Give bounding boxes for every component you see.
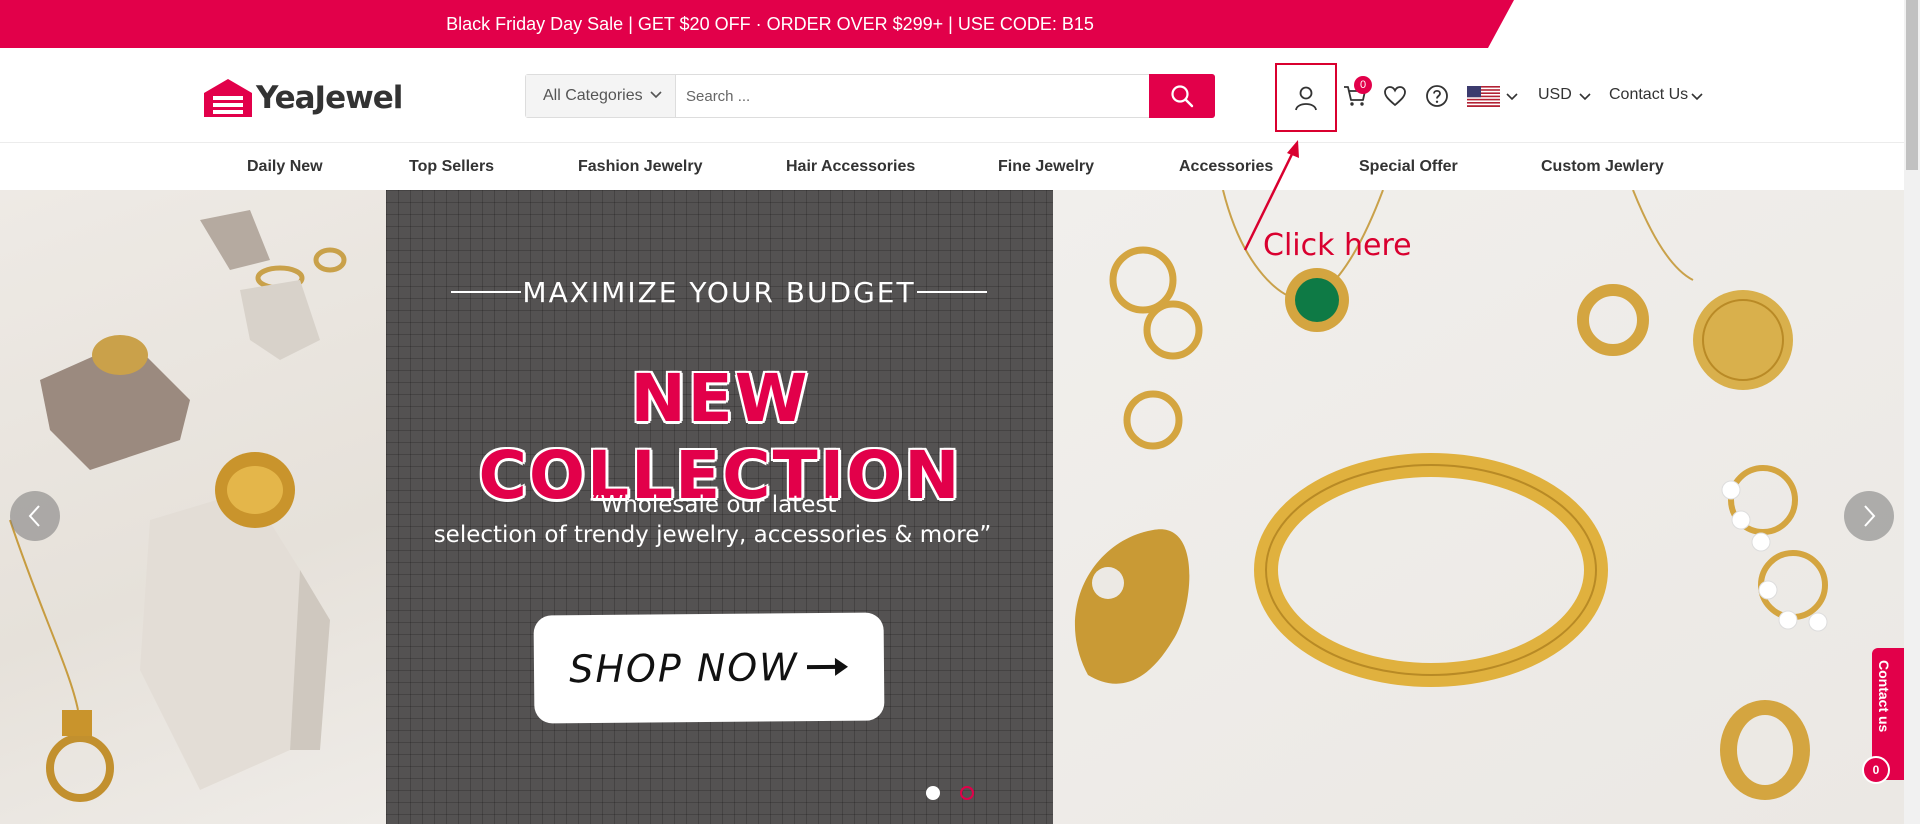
shop-now-button[interactable]: SHOP NOW: [533, 612, 885, 724]
annotation-label: Click here: [1263, 228, 1412, 263]
contact-us-menu[interactable]: Contact Us: [1609, 86, 1688, 104]
carousel-dot-1[interactable]: [926, 786, 940, 800]
hero-kicker: MAXIMIZE YOUR BUDGET: [522, 276, 916, 309]
chevron-left-icon: [28, 505, 40, 527]
search-bar: All Categories: [525, 74, 1215, 118]
nav-item-fine-jewelry[interactable]: Fine Jewelry: [998, 158, 1094, 176]
category-select-label: All Categories: [543, 87, 643, 104]
user-icon: [1295, 86, 1317, 110]
us-flag-icon[interactable]: [1467, 86, 1500, 107]
arrow-right-icon: [806, 657, 848, 676]
help-icon[interactable]: [1425, 84, 1449, 108]
chevron-down-icon[interactable]: [1578, 90, 1592, 104]
carousel-next-button[interactable]: [1844, 491, 1894, 541]
carousel-dot-2[interactable]: [960, 786, 974, 800]
hero-quote: “Wholesale our latest selection of trend…: [400, 490, 1025, 550]
nav-item-fashion-jewelry[interactable]: Fashion Jewelry: [578, 158, 703, 176]
chevron-down-icon[interactable]: [1690, 90, 1704, 104]
jewelry-photo-right: [1074, 190, 1828, 800]
category-select[interactable]: All Categories: [526, 75, 676, 117]
account-button[interactable]: [1275, 63, 1337, 132]
house-logo-icon: [204, 79, 252, 117]
scrollbar-thumb[interactable]: [1906, 0, 1918, 170]
heart-icon[interactable]: [1383, 84, 1407, 108]
floating-contact-label[interactable]: Contact us: [1876, 660, 1892, 732]
page: Black Friday Day Sale | GET $20 OFF · OR…: [0, 0, 1920, 824]
search-icon: [1171, 85, 1194, 108]
site-logo[interactable]: YeaJewel: [202, 76, 422, 120]
main-nav: Daily New Top Sellers Fashion Jewelry Ha…: [0, 142, 1904, 190]
search-button[interactable]: [1149, 74, 1215, 118]
chevron-down-icon[interactable]: [1505, 90, 1519, 104]
nav-item-hair-accessories[interactable]: Hair Accessories: [786, 158, 915, 176]
hero-quote-line-1: “Wholesale our latest: [588, 492, 837, 518]
nav-item-special-offer[interactable]: Special Offer: [1359, 158, 1458, 176]
hero-right-photo: [1053, 190, 1904, 824]
brand-name: YeaJewel: [256, 80, 403, 116]
site-header: YeaJewel All Categories 0: [0, 48, 1904, 143]
hero-quote-line-2: selection of trendy jewelry, accessories…: [433, 522, 992, 548]
promo-text[interactable]: Black Friday Day Sale | GET $20 OFF · OR…: [0, 0, 1540, 48]
shop-now-label: SHOP NOW: [569, 645, 799, 692]
floating-contact-count: 0: [1862, 756, 1890, 784]
carousel-prev-button[interactable]: [10, 491, 60, 541]
nav-item-top-sellers[interactable]: Top Sellers: [409, 158, 494, 176]
chevron-right-icon: [1864, 505, 1876, 527]
currency-selector[interactable]: USD: [1538, 86, 1572, 104]
search-input[interactable]: [676, 75, 1149, 117]
chevron-down-icon: [650, 91, 662, 99]
cart-count-badge: 0: [1354, 76, 1372, 94]
hero-carousel[interactable]: MAXIMIZE YOUR BUDGET NEW COLLECTION “Who…: [0, 190, 1904, 824]
nav-item-custom-jewlery[interactable]: Custom Jewlery: [1541, 158, 1664, 176]
nav-item-daily-new[interactable]: Daily New: [247, 158, 323, 176]
